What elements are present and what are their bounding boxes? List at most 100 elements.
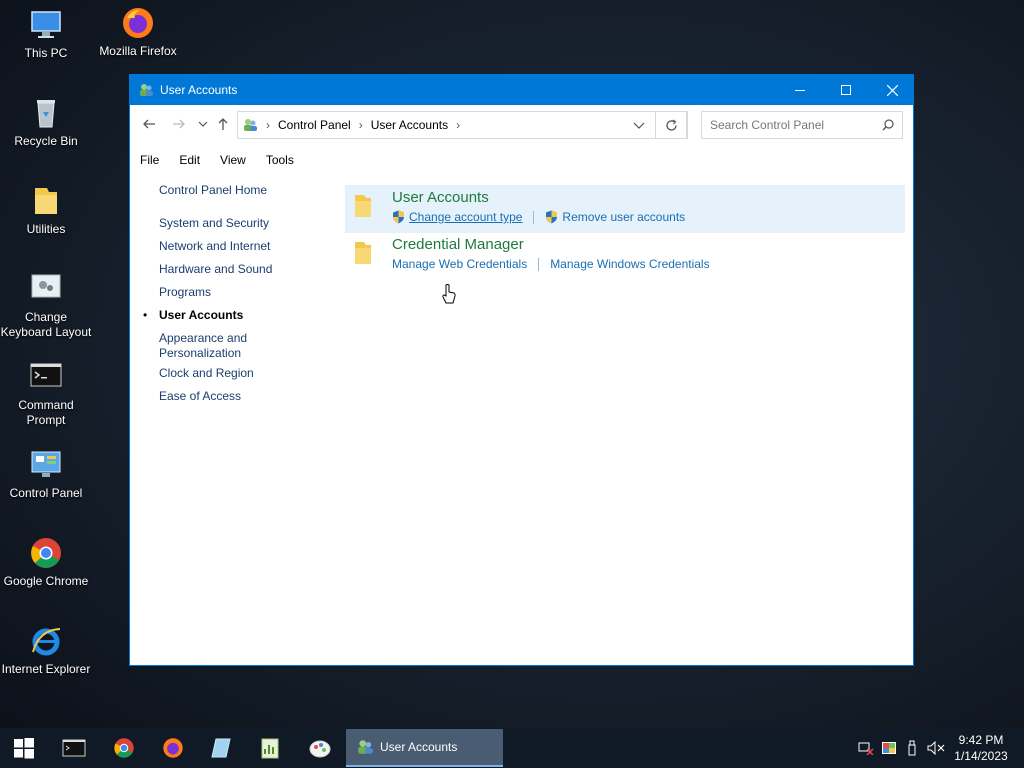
desktop-icon-label: Recycle Bin — [14, 134, 78, 148]
link-separator — [533, 210, 535, 224]
minimize-icon — [795, 90, 805, 91]
desktop-icon-label: This PC — [24, 46, 68, 60]
change-account-type-link[interactable]: Change account type — [409, 210, 522, 224]
taskbar: User Accounts 9:42 PM 1/14/2023 — [0, 728, 1024, 768]
minimize-button[interactable] — [777, 75, 823, 105]
desktop-icon-label: Internet Explorer — [1, 662, 91, 676]
desktop-icon-recycle-bin[interactable]: Recycle Bin — [0, 96, 92, 149]
address-bar[interactable]: › Control Panel › User Accounts › — [237, 111, 688, 139]
breadcrumb-separator-icon: › — [266, 118, 270, 132]
hand-cursor-icon — [442, 284, 456, 309]
system-clock[interactable]: 9:42 PM 1/14/2023 — [946, 732, 1016, 764]
keyboard-settings-icon — [29, 272, 63, 306]
sidebar-item-system-and-security[interactable]: System and Security — [159, 216, 269, 230]
menu-edit[interactable]: Edit — [169, 149, 210, 171]
active-bullet-icon: • — [143, 308, 148, 322]
sidebar-item-ease-of-access[interactable]: Ease of Access — [159, 389, 241, 403]
taskbar-user-accounts-window[interactable]: User Accounts — [346, 729, 503, 767]
breadcrumb-user-accounts[interactable]: User Accounts — [371, 118, 448, 132]
desktop-icon-utilities[interactable]: Utilities — [0, 184, 92, 237]
control-panel-icon — [29, 448, 63, 482]
taskbar-app-5[interactable] — [246, 728, 294, 768]
desktop-icon-label: Google Chrome — [3, 574, 89, 588]
menu-tools[interactable]: Tools — [256, 149, 304, 171]
firefox-icon — [163, 738, 183, 758]
clock-time: 9:42 PM — [958, 733, 1004, 747]
desktop-icon-command-prompt[interactable]: Command Prompt — [0, 360, 92, 428]
tray-usb-icon[interactable] — [903, 728, 921, 768]
category-title[interactable]: Credential Manager — [392, 236, 524, 253]
close-icon — [886, 84, 898, 96]
taskbar-firefox[interactable] — [149, 728, 197, 768]
category-title[interactable]: User Accounts — [392, 189, 489, 206]
back-button[interactable] — [141, 117, 157, 133]
uac-shield-icon — [392, 210, 405, 224]
menu-view[interactable]: View — [210, 149, 256, 171]
arrow-left-icon — [143, 119, 155, 129]
category-links: Manage Web Credentials Manage Windows Cr… — [392, 257, 710, 271]
sidebar-item-user-accounts[interactable]: User Accounts — [159, 308, 243, 322]
desktop-icon-label: Change Keyboard Layout — [0, 310, 92, 339]
maximize-button[interactable] — [823, 75, 869, 105]
close-button[interactable] — [869, 75, 915, 105]
address-dropdown-button[interactable] — [633, 119, 645, 131]
remove-user-accounts-link[interactable]: Remove user accounts — [562, 210, 685, 224]
sidebar-control-panel-home[interactable]: Control Panel Home — [159, 183, 267, 197]
chevron-down-icon — [633, 122, 645, 129]
sidebar-item-appearance-and-personalization[interactable]: Appearance and Personalization — [159, 331, 269, 361]
taskbar-app-6[interactable] — [296, 728, 344, 768]
title-bar[interactable]: User Accounts — [130, 75, 913, 105]
search-input[interactable]: Search Control Panel — [701, 111, 903, 139]
clock-date: 1/14/2023 — [954, 749, 1008, 763]
tray-display-icon[interactable] — [879, 728, 899, 768]
desktop-icon-internet-explorer[interactable]: Internet Explorer — [0, 624, 92, 677]
search-placeholder: Search Control Panel — [710, 118, 825, 132]
control-panel-small-icon — [242, 117, 258, 133]
tray-network-icon[interactable] — [856, 728, 876, 768]
firefox-icon — [121, 6, 155, 40]
start-button[interactable] — [0, 728, 48, 768]
menu-bar: File Edit View Tools — [130, 149, 304, 171]
taskbar-command-prompt[interactable] — [50, 728, 98, 768]
search-icon — [882, 119, 894, 131]
category-user-accounts[interactable]: User Accounts Change account type Remove… — [345, 185, 905, 233]
control-panel-window: User Accounts › Control Panel › User Acc… — [129, 74, 914, 666]
taskbar-chrome[interactable] — [100, 728, 148, 768]
desktop-icon-firefox[interactable]: Mozilla Firefox — [92, 6, 184, 59]
user-accounts-icon — [138, 82, 154, 98]
breadcrumb-separator-icon: › — [456, 118, 461, 132]
chart-document-icon — [261, 738, 279, 759]
category-credential-manager[interactable]: Credential Manager Manage Web Credential… — [345, 232, 905, 280]
sidebar-item-clock-and-region[interactable]: Clock and Region — [159, 366, 254, 380]
desktop-icon-change-keyboard-layout[interactable]: Change Keyboard Layout — [0, 272, 92, 340]
desktop-icon-label: Mozilla Firefox — [99, 44, 177, 58]
desktop-icon-google-chrome[interactable]: Google Chrome — [0, 536, 92, 589]
up-button[interactable] — [215, 117, 231, 133]
tray-volume-muted-icon[interactable] — [925, 728, 947, 768]
sidebar-item-hardware-and-sound[interactable]: Hardware and Sound — [159, 262, 272, 276]
forward-button[interactable] — [171, 117, 187, 133]
window-title: User Accounts — [160, 83, 238, 97]
terminal-icon — [62, 739, 86, 757]
sidebar-item-programs[interactable]: Programs — [159, 285, 211, 299]
taskbar-app-4[interactable] — [197, 728, 245, 768]
paint-icon — [309, 740, 331, 758]
chrome-icon — [114, 738, 134, 758]
windows-logo-icon — [14, 738, 34, 759]
notepad-icon — [211, 738, 231, 758]
refresh-icon — [665, 119, 677, 131]
manage-windows-credentials-link[interactable]: Manage Windows Credentials — [550, 257, 709, 271]
breadcrumb-control-panel[interactable]: Control Panel — [278, 118, 351, 132]
refresh-button[interactable] — [655, 111, 687, 139]
maximize-icon — [841, 85, 851, 95]
sidebar-item-network-and-internet[interactable]: Network and Internet — [159, 239, 270, 253]
breadcrumb-separator-icon: › — [358, 118, 363, 132]
recent-locations-button[interactable] — [195, 117, 211, 133]
menu-file[interactable]: File — [130, 149, 169, 171]
taskbar-window-label: User Accounts — [380, 740, 458, 754]
desktop-icon-control-panel[interactable]: Control Panel — [0, 448, 92, 501]
terminal-icon — [29, 360, 63, 394]
manage-web-credentials-link[interactable]: Manage Web Credentials — [392, 257, 527, 271]
desktop-icon-this-pc[interactable]: This PC — [0, 8, 92, 61]
chevron-down-icon — [198, 121, 208, 127]
